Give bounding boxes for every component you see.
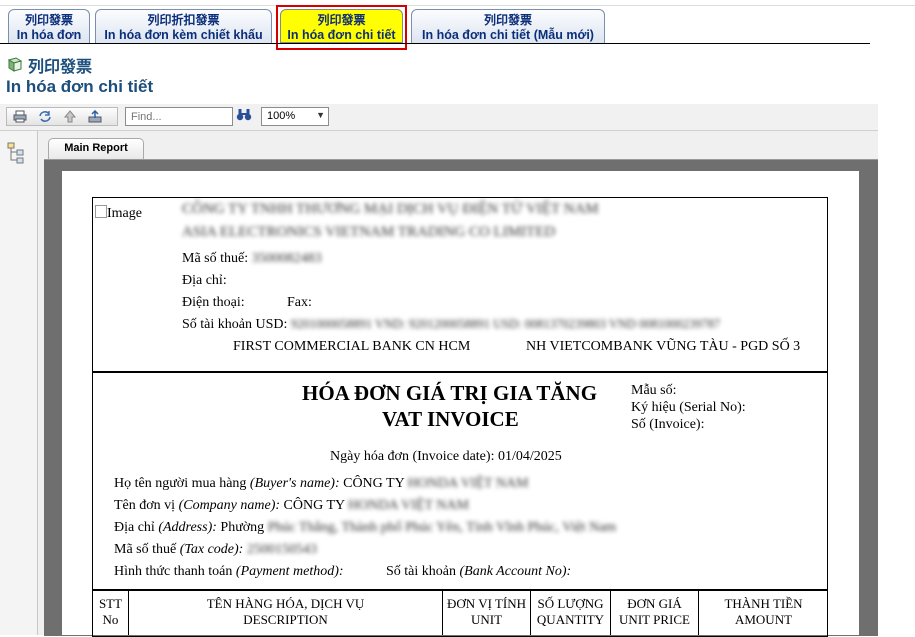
- invoice-title-vn: HÓA ĐƠN GIÁ TRỊ GIA TĂNG: [302, 381, 598, 405]
- print-icon[interactable]: [7, 108, 32, 125]
- address-value-blurred: Phúc Thắng, Thành phố Phúc Yên, Tỉnh Vĩn…: [267, 520, 617, 535]
- address-label-en: (Address):: [158, 520, 217, 535]
- toolbar-button-group: [6, 107, 118, 126]
- col-header-l1: ĐƠN GIÁ: [627, 596, 682, 611]
- seller-account-label: Số tài khoản USD:: [182, 317, 288, 332]
- tab-label-cn: 列印發票: [24, 13, 73, 27]
- report-viewer-toolbar: 100% ▼: [0, 104, 878, 131]
- bank-account-row: Số tài khoản (Bank Account No):: [386, 564, 571, 580]
- payment-row: Hình thức thanh toán (Payment method):: [114, 564, 344, 580]
- invoice-date: Ngày hóa đơn (Invoice date): 01/04/2025: [330, 449, 562, 464]
- col-header-l1: TÊN HÀNG HÓA, DỊCH VỤ: [206, 596, 365, 611]
- buyer-value-blurred: HONDA VIỆT NAM: [407, 476, 529, 491]
- tree-icon: [7, 142, 24, 164]
- document-map-pane: [0, 131, 38, 635]
- col-header-l2: UNIT PRICE: [619, 612, 690, 627]
- payment-label: Hình thức thanh toán: [114, 564, 236, 579]
- company-value: CÔNG TY: [283, 498, 349, 513]
- taxcode-value: 2500150543: [246, 542, 317, 557]
- taxcode-label-en: (Tax code):: [179, 542, 244, 557]
- buyer-row: Họ tên người mua hàng (Buyer's name): CÔ…: [114, 476, 529, 492]
- col-header-l2: No: [102, 612, 119, 627]
- col-header-l2: QUANTITY: [536, 612, 605, 627]
- zoom-value: 100%: [267, 110, 296, 122]
- col-header-l2: AMOUNT: [734, 612, 793, 627]
- tab-label-vn: In hóa đơn: [16, 28, 82, 42]
- seller-tax-label: Mã số thuế:: [182, 251, 249, 266]
- buyer-address-row: Địa chỉ (Address): Phường Phúc Thắng, Th…: [114, 520, 616, 536]
- chevron-down-icon: ▼: [316, 110, 325, 120]
- section-divider: [92, 371, 828, 373]
- report-page: Image CÔNG TY TNHH THƯƠNG MẠI DỊCH VỤ ĐI…: [62, 171, 859, 637]
- col-header-l2: DESCRIPTION: [243, 612, 328, 627]
- address-label: Địa chỉ: [114, 520, 159, 535]
- col-header-no: STT No: [93, 596, 128, 628]
- invoice-no-label: Số (Invoice):: [631, 417, 705, 432]
- tab-print-detailed-invoice-new[interactable]: 列印發票 In hóa đơn chi tiết (Mẫu mới): [411, 9, 605, 43]
- col-header-amount: THÀNH TIỀN AMOUNT: [699, 596, 828, 628]
- export-icon[interactable]: [82, 108, 107, 125]
- col-header-unit-price: ĐƠN GIÁ UNIT PRICE: [611, 596, 698, 628]
- document-map-toggle[interactable]: [6, 141, 28, 165]
- seller-phone-label: Điện thoại:: [182, 295, 245, 310]
- form-no-label: Mẫu số:: [631, 383, 677, 398]
- col-header-l1: STT: [98, 596, 123, 611]
- seller-tax-row: Mã số thuế: 3500082483: [182, 251, 322, 267]
- company-logo: Image: [95, 205, 142, 222]
- seller-fax-label: Fax:: [287, 295, 312, 310]
- bank-name-2: NH VIETCOMBANK VŨNG TÀU - PGD SỐ 3: [526, 339, 801, 354]
- col-header-l2: UNIT: [470, 612, 503, 627]
- col-header-l1: SỐ LƯỢNG: [537, 596, 604, 611]
- tab-print-invoice[interactable]: 列印發票 In hóa đơn: [8, 9, 90, 43]
- company-label-en: (Company name):: [178, 498, 281, 513]
- refresh-icon[interactable]: [32, 108, 57, 125]
- tab-main-report[interactable]: Main Report: [48, 138, 144, 159]
- payment-label-en: (Payment method):: [235, 564, 344, 579]
- buyer-label: Họ tên người mua hàng: [114, 476, 250, 491]
- table-top-border: [92, 589, 828, 591]
- zoom-select[interactable]: 100% ▼: [261, 107, 329, 126]
- buyer-label-en: (Buyer's name):: [249, 476, 340, 491]
- seller-address-label: Địa chỉ:: [182, 273, 227, 288]
- image-alt-text: Image: [107, 206, 142, 221]
- col-header-description: TÊN HÀNG HÓA, DỊCH VỤ DESCRIPTION: [129, 596, 442, 628]
- tab-label-cn: 列印折扣發票: [147, 13, 220, 27]
- company-label: Tên đơn vị: [114, 498, 179, 513]
- tab-label-cn: 列印發票: [483, 13, 532, 27]
- bank-account-label: Số tài khoản: [386, 564, 460, 579]
- bank-name-1: FIRST COMMERCIAL BANK CN HCM: [233, 339, 471, 354]
- bank-account-label-en: (Bank Account No):: [459, 564, 572, 579]
- seller-tax-value: 3500082483: [251, 251, 322, 266]
- buyer-value: CÔNG TY: [343, 476, 408, 491]
- seller-account-row: Số tài khoản USD: 9201000058891 VND: 920…: [182, 317, 720, 333]
- company-name-vn: CÔNG TY TNHH THƯƠNG MẠI DỊCH VỤ ĐIỆN TỬ …: [182, 201, 599, 217]
- broken-image-icon: [95, 205, 107, 218]
- tab-baseline: [0, 43, 870, 44]
- tab-print-discount-invoice[interactable]: 列印折扣發票 In hóa đơn kèm chiết khấu: [95, 9, 272, 43]
- top-divider: [0, 5, 915, 6]
- page-title-cn: 列印發票: [6, 53, 92, 77]
- invoice-title-en: VAT INVOICE: [382, 407, 519, 431]
- seller-account-value: 9201000058891 VND: 9201200058891 USD: 00…: [290, 317, 721, 331]
- col-header-l1: ĐƠN VỊ TÍNH: [447, 596, 526, 611]
- col-header-unit: ĐƠN VỊ TÍNH UNIT: [443, 596, 530, 628]
- serial-no-label: Ký hiệu (Serial No):: [631, 400, 746, 415]
- find-input[interactable]: [125, 107, 233, 126]
- page-title-vn: In hóa đơn chi tiết: [6, 77, 154, 96]
- taxcode-label: Mã số thuế: [114, 542, 180, 557]
- address-value: Phường: [220, 520, 268, 535]
- book-icon: [7, 57, 23, 72]
- col-header-quantity: SỐ LƯỢNG QUANTITY: [531, 596, 610, 628]
- binoculars-icon[interactable]: [236, 108, 252, 124]
- company-value-blurred: HONDA VIỆT NAM: [348, 498, 469, 513]
- up-arrow-icon[interactable]: [57, 108, 82, 125]
- company-row: Tên đơn vị (Company name): CÔNG TY HONDA…: [114, 498, 469, 514]
- tab-label-vn: In hóa đơn kèm chiết khấu: [104, 28, 263, 42]
- buyer-tax-row: Mã số thuế (Tax code): 2500150543: [114, 542, 317, 558]
- tab-label-vn: In hóa đơn chi tiết (Mẫu mới): [422, 28, 594, 42]
- company-name-en: ASIA ELECTRONICS VIETNAM TRADING CO LIMI…: [182, 224, 556, 240]
- page-title-cn-text: 列印發票: [28, 57, 93, 76]
- col-header-l1: THÀNH TIỀN: [724, 596, 803, 611]
